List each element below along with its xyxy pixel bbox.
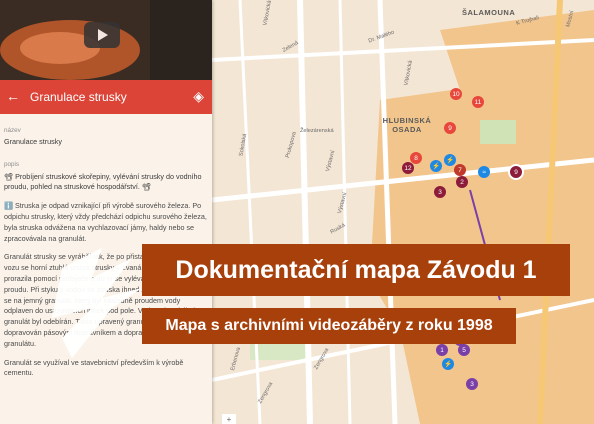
panel-title: Granulace strusky	[30, 90, 127, 104]
district-label-hlubinska: HLUBINSKÁ OSADA	[382, 116, 432, 134]
name-label: název	[4, 127, 21, 134]
map-marker[interactable]: 9	[444, 122, 456, 134]
video-thumbnail[interactable]	[0, 0, 212, 80]
map-marker[interactable]: 3	[434, 186, 446, 198]
name-value: Granulace strusky	[4, 137, 62, 147]
play-button[interactable]	[84, 22, 120, 48]
map-marker[interactable]: 10	[450, 88, 462, 100]
description-label: popis	[4, 161, 20, 169]
map-marker[interactable]: 8	[410, 152, 422, 164]
wave-marker-icon[interactable]: ≈	[478, 166, 490, 178]
factory-logo-icon	[52, 248, 142, 358]
lightning-marker-icon[interactable]: ⚡	[444, 154, 456, 166]
map-marker[interactable]: 2	[456, 176, 468, 188]
district-label-salamouna: ŠALAMOUNA	[462, 8, 516, 17]
map-marker[interactable]: 7	[454, 164, 466, 176]
panel-header: ← Granulace strusky ◈	[0, 80, 212, 114]
banner-title: Dokumentační mapa Závodu 1	[142, 244, 570, 296]
description-line: 📽 Probíjení struskové skořepiny, vyléván…	[4, 171, 202, 192]
lightning-marker-icon[interactable]: ⚡	[430, 160, 442, 172]
description-paragraph: Granulát se využíval ve stavebnictví pře…	[4, 357, 184, 378]
map-marker[interactable]: 1	[436, 344, 448, 356]
map-marker[interactable]: 9	[508, 164, 524, 180]
description-paragraph: ℹ️ Struska je odpad vznikající při výrob…	[4, 201, 207, 243]
map-marker[interactable]: 5	[458, 344, 470, 356]
map-marker[interactable]: 3	[466, 378, 478, 390]
detail-panel: ← Granulace strusky ◈ název Granulace st…	[0, 0, 212, 424]
map-marker[interactable]: 11	[472, 96, 484, 108]
street-label: Železárenská	[300, 128, 334, 134]
lightning-marker-icon[interactable]: ⚡	[442, 358, 454, 370]
banner-subtitle: Mapa s archivními videozáběry z roku 199…	[142, 308, 516, 344]
arrow-back-icon[interactable]: ←	[6, 88, 20, 104]
directions-icon[interactable]: ◈	[193, 88, 204, 105]
map-marker[interactable]: 12	[402, 162, 414, 174]
zoom-in-button[interactable]: +	[222, 414, 236, 424]
